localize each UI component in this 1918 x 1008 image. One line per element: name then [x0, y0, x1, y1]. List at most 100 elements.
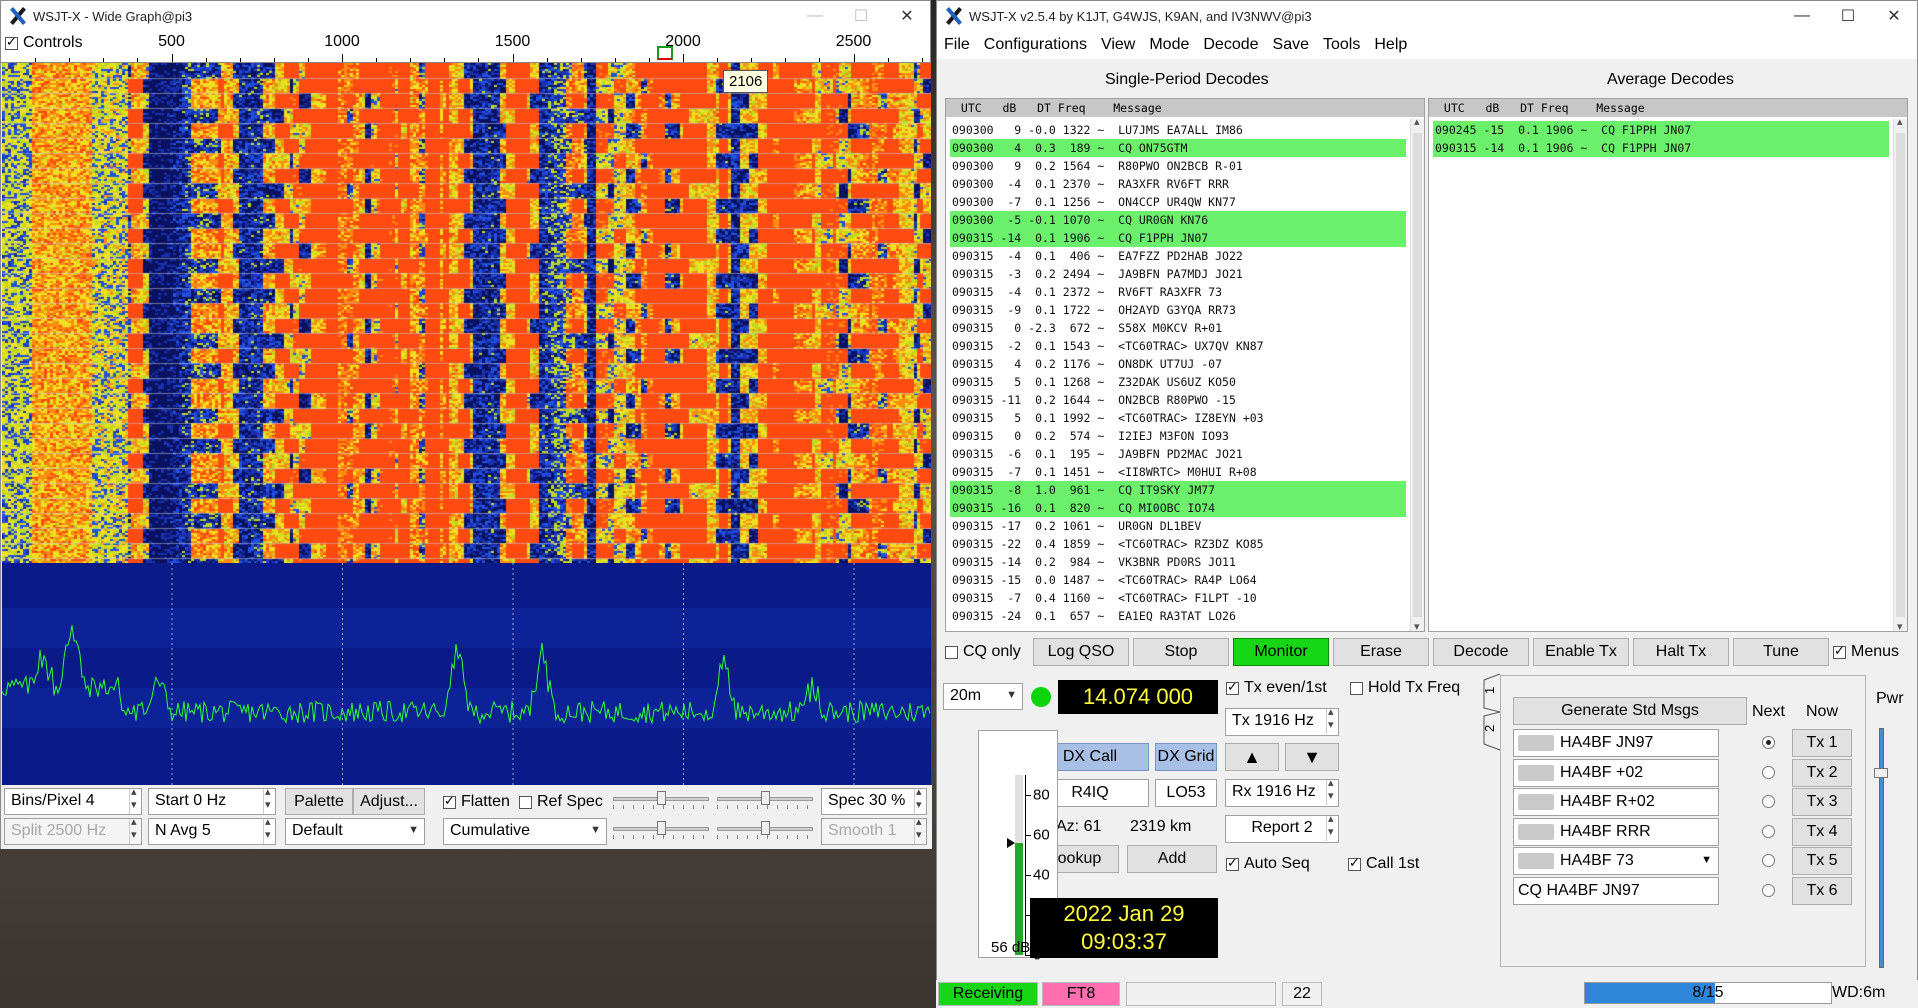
menu-view[interactable]: View: [1094, 36, 1142, 54]
add-button[interactable]: Add: [1127, 845, 1217, 873]
decode-row[interactable]: 090315 -15 0.0 1487 ~ <TC60TRAC> RA4P LO…: [950, 571, 1406, 589]
menu-help[interactable]: Help: [1367, 36, 1414, 54]
tx-even-check-icon[interactable]: [1226, 679, 1239, 695]
cq-only-checkbox[interactable]: CQ only: [945, 643, 1021, 661]
decode-row[interactable]: 090315 -2 0.1 1543 ~ <TC60TRAC> UX7QV KN…: [950, 337, 1406, 355]
menu-mode[interactable]: Mode: [1142, 36, 1196, 54]
flatten-check-icon[interactable]: [443, 793, 456, 809]
wide-graph-titlebar[interactable]: WSJT-X - Wide Graph@pi3 — ☐ ✕: [1, 1, 930, 31]
single-decodes-list[interactable]: 090300 9 -0.0 1322 ~ LU7JMS EA7ALL IM86 0…: [950, 121, 1406, 625]
average-decodes-scrollbar[interactable]: [1893, 115, 1907, 631]
decode-row[interactable]: 090315 -14 0.2 984 ~ VK3BNR PD0RS JO11: [950, 553, 1406, 571]
ref-spec-checkbox[interactable]: Ref Spec: [519, 793, 603, 811]
decode-row[interactable]: 090315 -9 0.1 1722 ~ OH2AYD G3YQA RR73: [950, 301, 1406, 319]
tab-1-label[interactable]: 1: [1482, 687, 1497, 694]
generate-std-msgs-button[interactable]: Generate Std Msgs: [1513, 697, 1747, 725]
waterfall-display[interactable]: [2, 63, 931, 563]
controls-checkbox[interactable]: Controls: [5, 34, 83, 52]
decode-row[interactable]: 090315 -16 0.1 820 ~ CQ MI0OBC IO74: [950, 499, 1406, 517]
report-spinbox[interactable]: Report 2: [1225, 812, 1339, 843]
tx-frequency-spinbox[interactable]: Tx 1916 Hz: [1225, 705, 1339, 736]
erase-button[interactable]: Erase: [1333, 638, 1429, 666]
power-slider[interactable]: [1874, 728, 1888, 968]
start-frequency-spinbox[interactable]: Start 0 Hz: [148, 785, 276, 815]
menu-decode[interactable]: Decode: [1196, 36, 1265, 54]
minimize-icon[interactable]: —: [792, 1, 838, 31]
call-1st-checkbox[interactable]: Call 1st: [1348, 855, 1419, 873]
single-period-decodes[interactable]: UTC dB DT Freq Message 090300 9 -0.0 132…: [945, 98, 1425, 632]
stop-button[interactable]: Stop: [1133, 638, 1229, 666]
menu-save[interactable]: Save: [1266, 36, 1316, 54]
menu-file[interactable]: File: [937, 36, 977, 54]
tx5-message-field[interactable]: HA4BF 73 ▼: [1513, 847, 1719, 875]
decode-row[interactable]: 090300 -5 -0.1 1070 ~ CQ UR0GN KN76: [950, 211, 1406, 229]
monitor-button[interactable]: Monitor: [1233, 638, 1329, 666]
auto-seq-check-icon[interactable]: [1226, 855, 1239, 871]
next-tx4-radio[interactable]: [1762, 824, 1775, 838]
minimize-icon[interactable]: —: [1779, 1, 1825, 31]
tx5-now-button[interactable]: Tx 5: [1792, 847, 1852, 875]
decode-row[interactable]: 090300 4 0.3 189 ~ CQ ON75GTM: [950, 139, 1406, 157]
tx3-message-field[interactable]: HA4BF R+02: [1513, 788, 1719, 816]
next-tx5-radio[interactable]: [1762, 854, 1775, 867]
tx2-message-field[interactable]: HA4BF +02: [1513, 758, 1719, 787]
bins-per-pixel-spinbox[interactable]: Bins/Pixel 4: [4, 785, 142, 815]
decode-row[interactable]: 090315 0 0.2 574 ~ I2IEJ M3FON IO93: [950, 427, 1406, 445]
cq-only-check-icon[interactable]: [945, 645, 958, 659]
ref-spec-check-icon[interactable]: [519, 795, 532, 809]
decode-row[interactable]: 090300 9 -0.0 1322 ~ LU7JMS EA7ALL IM86: [950, 121, 1406, 139]
decode-button[interactable]: Decode: [1433, 638, 1529, 666]
hold-tx-freq-check-icon[interactable]: [1350, 681, 1363, 695]
decode-row[interactable]: 090315 -8 1.0 961 ~ CQ IT9SKY JM77: [950, 481, 1406, 499]
up-arrow-button[interactable]: ▲: [1225, 743, 1279, 771]
menus-checkbox[interactable]: Menus: [1833, 643, 1899, 661]
gain-slider[interactable]: [613, 791, 709, 809]
tx-even-checkbox[interactable]: Tx even/1st: [1226, 679, 1327, 697]
down-arrow-button[interactable]: ▼: [1285, 743, 1339, 771]
menu-configurations[interactable]: Configurations: [977, 36, 1094, 54]
maximize-icon[interactable]: ☐: [1825, 1, 1871, 31]
maximize-icon[interactable]: ☐: [838, 1, 884, 31]
tx2-now-button[interactable]: Tx 2: [1792, 758, 1852, 787]
decode-row[interactable]: 090315 -14 0.1 1906 ~ CQ F1PPH JN07: [1433, 139, 1889, 157]
decode-row[interactable]: 090315 -4 0.1 2372 ~ RV6FT RA3XFR 73: [950, 283, 1406, 301]
spec-percent-spinbox[interactable]: Spec 30 %: [821, 785, 927, 815]
decode-row[interactable]: 090315 -4 0.1 406 ~ EA7FZZ PD2HAB JO22: [950, 247, 1406, 265]
tx4-message-field[interactable]: HA4BF RRR: [1513, 817, 1719, 846]
decode-row[interactable]: 090315 4 0.2 1176 ~ ON8DK UT7UJ -07: [950, 355, 1406, 373]
call-1st-check-icon[interactable]: [1348, 855, 1361, 871]
decode-row[interactable]: 090315 -3 0.2 2494 ~ JA9BFN PA7MDJ JO21: [950, 265, 1406, 283]
palette-button[interactable]: Palette: [285, 788, 353, 815]
tx1-message-field[interactable]: HA4BF JN97: [1513, 729, 1719, 757]
adjust-button[interactable]: Adjust...: [353, 788, 425, 815]
next-tx2-radio[interactable]: [1762, 765, 1775, 779]
decode-row[interactable]: 090315 5 0.1 1268 ~ Z32DAK US6UZ KO50: [950, 373, 1406, 391]
next-tx1-radio[interactable]: [1762, 736, 1775, 749]
tx6-now-button[interactable]: Tx 6: [1792, 876, 1852, 905]
tx4-now-button[interactable]: Tx 4: [1792, 817, 1852, 846]
log-qso-button[interactable]: Log QSO: [1033, 638, 1129, 666]
frequency-scale[interactable]: Controls 5001000150020002500: [1, 31, 930, 63]
spectrum-display[interactable]: [2, 563, 931, 785]
menus-check-icon[interactable]: [1833, 643, 1846, 659]
decode-row[interactable]: 090245 -15 0.1 1906 ~ CQ F1PPH JN07: [1433, 121, 1889, 139]
enable-tx-button[interactable]: Enable Tx: [1533, 638, 1629, 666]
decode-row[interactable]: 090315 -11 0.2 1644 ~ ON2BCB R80PWO -15: [950, 391, 1406, 409]
hold-tx-freq-checkbox[interactable]: Hold Tx Freq: [1350, 679, 1460, 697]
decode-row[interactable]: 090315 -6 0.1 195 ~ JA9BFN PD2MAC JO21: [950, 445, 1406, 463]
flatten-checkbox[interactable]: Flatten: [443, 793, 510, 811]
zero-slider[interactable]: [717, 791, 813, 809]
tx1-now-button[interactable]: Tx 1: [1792, 729, 1852, 757]
menu-tools[interactable]: Tools: [1316, 36, 1367, 54]
decode-row[interactable]: 090315 -14 0.1 1906 ~ CQ F1PPH JN07: [950, 229, 1406, 247]
decode-row[interactable]: 090300 -4 0.1 2370 ~ RA3XFR RV6FT RRR: [950, 175, 1406, 193]
decode-row[interactable]: 090300 9 0.2 1564 ~ R80PWO ON2BCB R-01: [950, 157, 1406, 175]
spec-zero-slider[interactable]: [717, 821, 813, 839]
tab-2-label[interactable]: 2: [1482, 725, 1497, 732]
close-icon[interactable]: ✕: [1871, 1, 1917, 31]
decode-row[interactable]: 090315 -7 0.1 1451 ~ <II8WRTC> M0HUI R+0…: [950, 463, 1406, 481]
main-titlebar[interactable]: WSJT-X v2.5.4 by K1JT, G4WJS, K9AN, and …: [937, 1, 1917, 31]
decode-row[interactable]: 090315 -7 0.4 1160 ~ <TC60TRAC> F1LPT -1…: [950, 589, 1406, 607]
decode-row[interactable]: 090315 -24 0.1 657 ~ EA1EQ RA3TAT LO26: [950, 607, 1406, 625]
tx3-now-button[interactable]: Tx 3: [1792, 788, 1852, 816]
